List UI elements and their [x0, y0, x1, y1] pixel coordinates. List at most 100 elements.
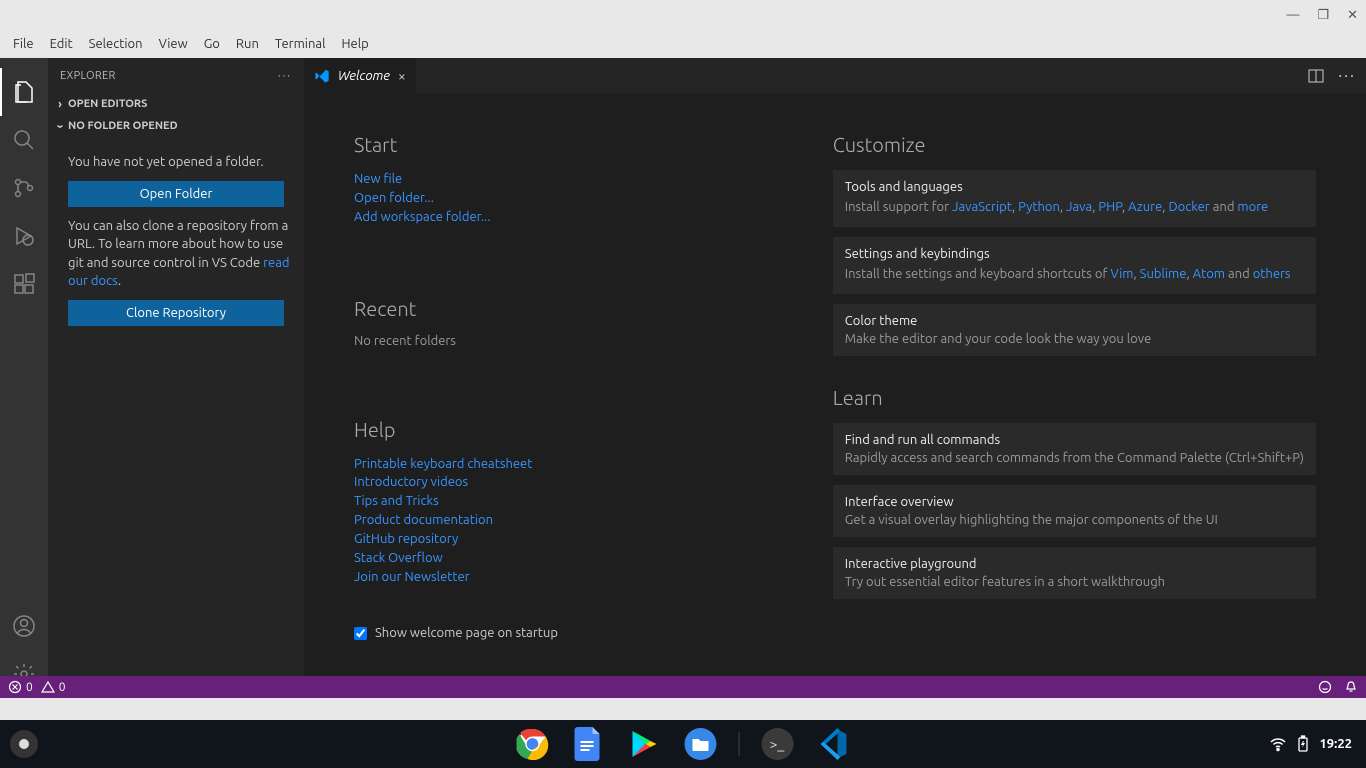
- tab-welcome[interactable]: Welcome ×: [304, 58, 416, 93]
- card-interface-overview[interactable]: Interface overview Get a visual overlay …: [833, 485, 1316, 537]
- menu-terminal[interactable]: Terminal: [268, 34, 333, 54]
- sidebar-more-icon[interactable]: ···: [278, 70, 292, 82]
- docs-icon[interactable]: [571, 726, 607, 762]
- help-newsletter-link[interactable]: Join our Newsletter: [354, 568, 773, 587]
- card-color-theme[interactable]: Color theme Make the editor and your cod…: [833, 304, 1316, 356]
- card-interactive-playground[interactable]: Interactive playground Try out essential…: [833, 547, 1316, 599]
- vscode-icon: [314, 68, 330, 84]
- lang-python-link[interactable]: Python: [1018, 200, 1060, 214]
- help-heading: Help: [354, 418, 773, 441]
- welcome-left-column: Start New file Open folder... Add worksp…: [354, 133, 773, 658]
- status-bell-icon[interactable]: [1344, 680, 1358, 694]
- keymap-atom-link[interactable]: Atom: [1193, 267, 1225, 281]
- card-desc: Install support for JavaScript, Python, …: [845, 198, 1304, 217]
- card-desc: Install the settings and keyboard shortc…: [845, 265, 1304, 284]
- start-button[interactable]: [10, 730, 38, 758]
- chevron-down-icon: ›: [54, 118, 67, 134]
- maximize-button[interactable]: ❐: [1317, 8, 1329, 23]
- welcome-page: Start New file Open folder... Add worksp…: [304, 93, 1366, 698]
- help-cheatsheet-link[interactable]: Printable keyboard cheatsheet: [354, 455, 773, 474]
- card-title: Tools and languages: [845, 180, 1304, 194]
- card-tools-languages[interactable]: Tools and languages Install support for …: [833, 170, 1316, 227]
- tab-title: Welcome: [338, 69, 390, 83]
- source-control-icon[interactable]: [0, 164, 48, 212]
- learn-heading: Learn: [833, 386, 1316, 409]
- lang-php-link[interactable]: PHP: [1098, 200, 1122, 214]
- help-github-link[interactable]: GitHub repository: [354, 530, 773, 549]
- wifi-icon[interactable]: [1269, 735, 1287, 753]
- welcome-right-column: Customize Tools and languages Install su…: [833, 133, 1316, 658]
- lang-more-link[interactable]: more: [1237, 200, 1268, 214]
- explorer-icon[interactable]: [0, 68, 48, 116]
- vscode-app-icon[interactable]: [816, 726, 852, 762]
- no-recent-text: No recent folders: [354, 334, 773, 348]
- tab-bar: Welcome × ···: [304, 58, 1366, 93]
- card-title: Color theme: [845, 314, 1304, 328]
- open-folder-button[interactable]: Open Folder: [68, 181, 284, 207]
- customize-heading: Customize: [833, 133, 1316, 156]
- help-tips-link[interactable]: Tips and Tricks: [354, 492, 773, 511]
- menu-run[interactable]: Run: [229, 34, 266, 54]
- terminal-icon[interactable]: >_: [760, 726, 796, 762]
- search-icon[interactable]: [0, 116, 48, 164]
- no-folder-message: You have not yet opened a folder.: [68, 153, 294, 171]
- card-desc: Rapidly access and search commands from …: [845, 451, 1304, 465]
- lang-azure-link[interactable]: Azure: [1128, 200, 1162, 214]
- menu-go[interactable]: Go: [197, 34, 227, 54]
- clone-repository-button[interactable]: Clone Repository: [68, 300, 284, 326]
- add-workspace-link[interactable]: Add workspace folder...: [354, 208, 773, 227]
- card-desc: Try out essential editor features in a s…: [845, 575, 1304, 589]
- keymap-vim-link[interactable]: Vim: [1110, 267, 1133, 281]
- close-button[interactable]: ✕: [1347, 8, 1358, 23]
- card-desc: Make the editor and your code look the w…: [845, 332, 1304, 346]
- files-icon[interactable]: [683, 726, 719, 762]
- tab-close-icon[interactable]: ×: [398, 68, 406, 84]
- open-folder-link[interactable]: Open folder...: [354, 189, 773, 208]
- clone-info-text: You can also clone a repository from a U…: [68, 217, 294, 290]
- menu-edit[interactable]: Edit: [43, 34, 80, 54]
- sidebar-body: You have not yet opened a folder. Open F…: [48, 137, 304, 346]
- menu-help[interactable]: Help: [334, 34, 375, 54]
- chrome-icon[interactable]: [515, 726, 551, 762]
- card-desc: Get a visual overlay highlighting the ma…: [845, 513, 1304, 527]
- clock[interactable]: 19:22: [1319, 737, 1352, 751]
- open-editors-section[interactable]: › OPEN EDITORS: [48, 93, 304, 115]
- show-welcome-checkbox[interactable]: [354, 627, 367, 640]
- more-actions-icon[interactable]: ···: [1338, 67, 1356, 85]
- explorer-sidebar: EXPLORER ··· › OPEN EDITORS › NO FOLDER …: [48, 58, 304, 698]
- help-docs-link[interactable]: Product documentation: [354, 511, 773, 530]
- new-file-link[interactable]: New file: [354, 170, 773, 189]
- help-stackoverflow-link[interactable]: Stack Overflow: [354, 549, 773, 568]
- no-folder-section[interactable]: › NO FOLDER OPENED: [48, 115, 304, 137]
- card-settings-keybindings[interactable]: Settings and keybindings Install the set…: [833, 237, 1316, 294]
- status-errors[interactable]: 0: [8, 680, 33, 694]
- vscode-window: EXPLORER ··· › OPEN EDITORS › NO FOLDER …: [0, 58, 1366, 698]
- os-titlebar: — ❐ ✕: [0, 0, 1366, 30]
- minimize-button[interactable]: —: [1286, 8, 1299, 22]
- play-store-icon[interactable]: [627, 726, 663, 762]
- menu-selection[interactable]: Selection: [82, 34, 150, 54]
- menu-file[interactable]: File: [6, 34, 41, 54]
- lang-js-link[interactable]: JavaScript: [952, 200, 1012, 214]
- card-find-commands[interactable]: Find and run all commands Rapidly access…: [833, 423, 1316, 475]
- card-title: Settings and keybindings: [845, 247, 1304, 261]
- start-heading: Start: [354, 133, 773, 156]
- help-videos-link[interactable]: Introductory videos: [354, 473, 773, 492]
- card-title: Interface overview: [845, 495, 1304, 509]
- keymap-others-link[interactable]: others: [1253, 267, 1291, 281]
- status-feedback-icon[interactable]: [1318, 680, 1332, 694]
- keymap-sublime-link[interactable]: Sublime: [1140, 267, 1187, 281]
- svg-text:>_: >_: [770, 736, 785, 752]
- split-editor-icon[interactable]: [1308, 68, 1324, 84]
- battery-icon[interactable]: [1297, 735, 1309, 753]
- account-icon[interactable]: [0, 602, 48, 650]
- menu-view[interactable]: View: [152, 34, 195, 54]
- chevron-right-icon: ›: [52, 98, 68, 111]
- lang-java-link[interactable]: Java: [1066, 200, 1092, 214]
- extensions-icon[interactable]: [0, 260, 48, 308]
- menubar: File Edit Selection View Go Run Terminal…: [0, 30, 1366, 58]
- run-debug-icon[interactable]: [0, 212, 48, 260]
- lang-docker-link[interactable]: Docker: [1168, 200, 1209, 214]
- status-warnings[interactable]: 0: [41, 680, 66, 694]
- show-welcome-label: Show welcome page on startup: [375, 626, 558, 640]
